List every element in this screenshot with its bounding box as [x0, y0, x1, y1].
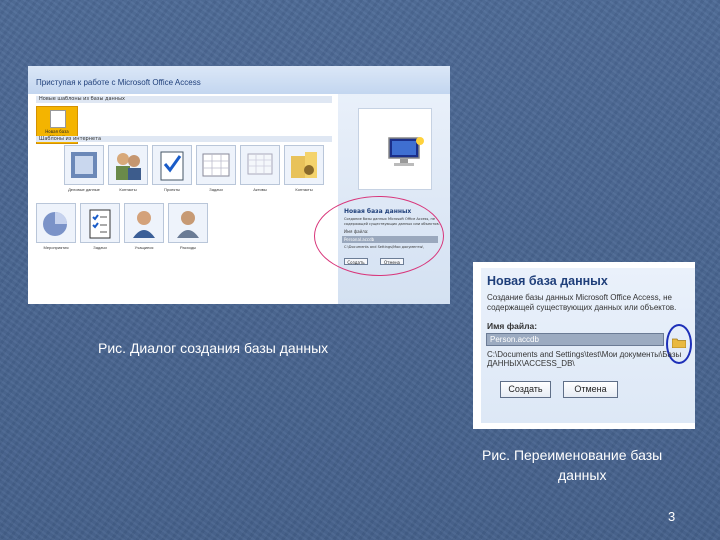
- template-tile[interactable]: Деловые данные: [64, 145, 104, 195]
- template-label: Задачи: [93, 245, 107, 250]
- create-button[interactable]: Создать: [500, 381, 551, 398]
- calendar-template-icon: [196, 145, 236, 185]
- template-label: Контакты: [295, 187, 313, 192]
- template-tile[interactable]: Мероприятия: [36, 203, 76, 253]
- monitor-icon: [386, 136, 424, 168]
- template-tile[interactable]: Задачи: [196, 145, 236, 195]
- caption-left: Рис. Диалог создания базы данных: [98, 340, 329, 356]
- file-path: C:\Documents and Settings\test\Мои докум…: [487, 350, 682, 368]
- template-tile[interactable]: Контакты: [284, 145, 324, 195]
- person-template-icon: [124, 203, 164, 243]
- filename-label: Имя файла:: [487, 321, 538, 331]
- template-label: Расходы: [179, 245, 197, 250]
- caption-right-line1: Рис. Переименование базы: [482, 447, 663, 463]
- blank-document-icon: [50, 110, 66, 128]
- template-tile[interactable]: Расходы: [168, 203, 208, 253]
- template-tile[interactable]: Контакты: [108, 145, 148, 195]
- getting-started-header: Приступая к работе с Microsoft Office Ac…: [28, 66, 450, 94]
- getting-started-title: Приступая к работе с Microsoft Office Ac…: [36, 78, 201, 87]
- template-tile[interactable]: Задачи: [80, 203, 120, 253]
- filename-input[interactable]: Person.accdb: [486, 333, 664, 346]
- template-label: Деловые данные: [68, 187, 100, 192]
- new-db-title: Новая база данных: [487, 274, 608, 288]
- caption-right-line2: данных: [558, 467, 607, 483]
- business-template-icon: [64, 145, 104, 185]
- tasks-template-icon: [80, 203, 120, 243]
- template-tile[interactable]: Проекты: [152, 145, 192, 195]
- template-label: Контакты: [119, 187, 137, 192]
- template-label: Задачи: [209, 187, 223, 192]
- rename-database-screenshot: Новая база данных Создание базы данных M…: [473, 262, 695, 429]
- template-label: Учащиеся: [134, 245, 154, 250]
- assets-template-icon: [240, 145, 280, 185]
- access-getting-started-screenshot: Приступая к работе с Microsoft Office Ac…: [28, 66, 450, 304]
- new-db-description: Создание базы данных Microsoft Office Ac…: [487, 293, 677, 312]
- contacts-template-icon: [108, 145, 148, 185]
- templates-section-header: Шаблоны из интернета: [36, 136, 332, 142]
- template-label: Проекты: [163, 187, 181, 192]
- chart-template-icon: [36, 203, 76, 243]
- template-label: Активы: [253, 187, 267, 192]
- person2-template-icon: [168, 203, 208, 243]
- page-number: 3: [668, 509, 676, 524]
- featured-section-header: Новые шаблоны из базы данных: [36, 96, 332, 103]
- highlight-ellipse: [314, 196, 444, 276]
- checklist-template-icon: [152, 145, 192, 185]
- folder-template-icon: [284, 145, 324, 185]
- template-tile[interactable]: Активы: [240, 145, 280, 195]
- template-label: Мероприятия: [43, 245, 69, 250]
- template-tile[interactable]: Учащиеся: [124, 203, 164, 253]
- cancel-button[interactable]: Отмена: [563, 381, 618, 398]
